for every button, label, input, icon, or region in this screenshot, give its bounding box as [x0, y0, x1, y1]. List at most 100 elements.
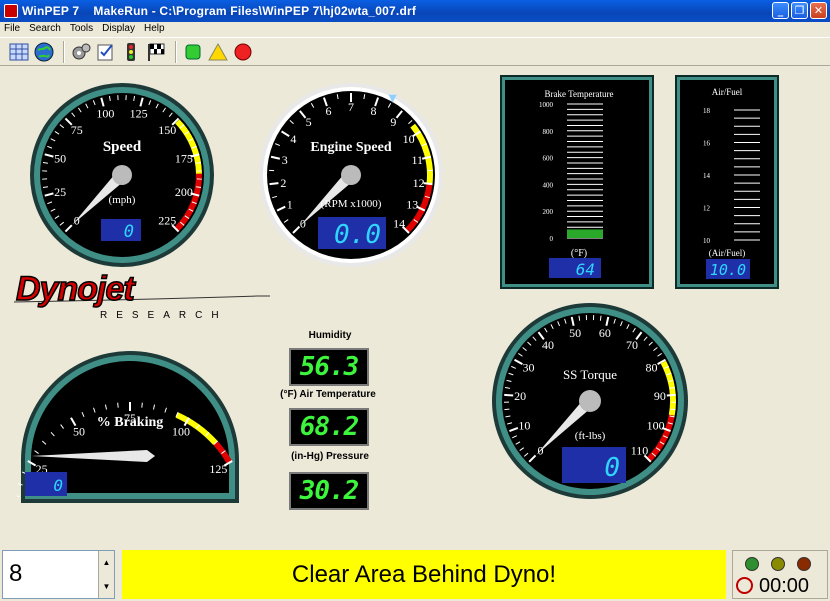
humidity-readout: 56.3 — [289, 348, 369, 386]
brake-temp-panel: Brake Temperature 0 200 400 600 800 1000 (°F)… — [502, 77, 652, 287]
tick-label: 5 — [306, 115, 312, 129]
dynojet-logo: Dynojet RESEARCH — [12, 269, 274, 324]
tick-label: 14 — [393, 216, 405, 230]
tick-label: 75 — [71, 123, 83, 137]
air-temp-readout: 68.2 — [289, 408, 369, 446]
menu-file[interactable]: File — [4, 22, 20, 36]
tick-label: 18 — [703, 107, 711, 115]
dashboard: 0255075100125150175200225 Speed (mph) 0 … — [0, 67, 830, 547]
tick-label: 2 — [280, 176, 286, 190]
tick-label: 9 — [390, 115, 396, 129]
air-temp-label: (°F) Air Temperature — [280, 389, 376, 400]
timer: 00:00 — [733, 575, 829, 599]
run-number-spinner[interactable]: 8 ▲ ▼ — [2, 550, 115, 599]
air-fuel-title: Air/Fuel — [712, 87, 743, 97]
speed-readout: 0 — [124, 222, 134, 242]
engine-unit: (RPM x1000) — [321, 198, 382, 210]
tick-label: 175 — [175, 152, 193, 166]
tick-label: 100 — [647, 419, 665, 433]
speed-unit: (mph) — [109, 194, 136, 206]
tick-label: 4 — [290, 132, 296, 146]
red-stop-icon[interactable] — [232, 41, 254, 63]
tick-label: 50 — [54, 152, 66, 166]
tick-label: 13 — [406, 198, 418, 212]
tick-label: 1 — [287, 198, 293, 212]
tick-label: 70 — [626, 338, 638, 352]
tick-label: 10 — [518, 419, 530, 433]
tick-label: 800 — [543, 128, 554, 136]
gears-icon[interactable] — [70, 41, 92, 63]
pressure-readout: 30.2 — [289, 472, 369, 510]
tick-label: 90 — [654, 389, 666, 403]
brake-temp-title: Brake Temperature — [545, 89, 614, 99]
tick-label: 400 — [543, 181, 554, 189]
torque-readout: 0 — [604, 453, 620, 483]
tick-label: 1000 — [539, 101, 554, 109]
torque-unit: (ft-lbs) — [575, 430, 606, 442]
status-lights: 00:00 — [732, 550, 828, 599]
tick-label: 10 — [403, 132, 415, 146]
menu-tools[interactable]: Tools — [70, 22, 93, 36]
brake-temp-readout: 64 — [576, 260, 595, 279]
air-fuel-readout: 10.0 — [710, 261, 746, 279]
tick-label: 100 — [96, 106, 114, 120]
menu-display[interactable]: Display — [102, 22, 135, 36]
tick-label: 600 — [543, 155, 554, 163]
green-button-icon[interactable] — [182, 41, 204, 63]
traffic-light-icon[interactable] — [120, 41, 142, 63]
tick-label: 3 — [282, 153, 288, 167]
tick-label: 200 — [175, 185, 193, 199]
toolbar — [0, 37, 830, 66]
air-fuel-panel: Air/Fuel 10 12 14 16 18 (Air/Fuel) 10.0 — [677, 77, 777, 287]
green-light-icon — [745, 557, 759, 571]
minimize-button[interactable]: _ — [772, 2, 789, 19]
tick-label: 150 — [158, 123, 176, 137]
edit-check-icon[interactable] — [95, 41, 117, 63]
menu-bar: File Search Tools Display Help — [0, 22, 830, 36]
menu-help[interactable]: Help — [144, 22, 165, 36]
checkered-flag-icon[interactable] — [145, 41, 167, 63]
stopwatch-icon — [736, 577, 753, 594]
grid-icon[interactable] — [8, 41, 30, 63]
engine-title: Engine Speed — [310, 140, 392, 155]
brake-temp-bar: Brake Temperature 0 200 400 600 800 1000 (°F)… — [539, 89, 614, 279]
logo-subtitle: RESEARCH — [100, 310, 228, 321]
tick-label: 20 — [514, 389, 526, 403]
tick-label: 30 — [523, 361, 535, 375]
brake-temp-unit: (°F) — [571, 248, 587, 259]
tick-label: 16 — [703, 140, 711, 148]
tick-label: 125 — [209, 462, 227, 476]
tick-label: 25 — [54, 185, 66, 199]
status-bar: 8 ▲ ▼ Clear Area Behind Dyno! 00:00 — [0, 548, 830, 601]
menu-search[interactable]: Search — [29, 22, 61, 36]
engine-readout: 0.0 — [334, 220, 381, 250]
tick-label: 6 — [326, 104, 332, 118]
app-icon[interactable] — [4, 4, 18, 18]
yellow-light-icon — [771, 557, 785, 571]
humidity-label: Humidity — [308, 330, 352, 341]
close-button[interactable]: ✕ — [810, 2, 827, 19]
maximize-button[interactable]: ❐ — [791, 2, 808, 19]
spin-down-icon[interactable]: ▼ — [103, 582, 111, 591]
tick-label: 225 — [158, 213, 176, 227]
air-fuel-unit: (Air/Fuel) — [709, 248, 746, 258]
torque-gauge: 0 10 20 30 40 50 60 70 80 90 100 110 SS Torque (ft-… — [492, 303, 688, 499]
spin-up-icon[interactable]: ▲ — [103, 558, 111, 567]
speed-title: Speed — [103, 139, 142, 155]
run-number-value: 8 — [9, 560, 23, 587]
tick-label: 12 — [703, 205, 711, 213]
tick-label: 0 — [550, 235, 554, 243]
tick-label: 110 — [631, 444, 649, 458]
status-message: Clear Area Behind Dyno! — [122, 550, 726, 599]
torque-title: SS Torque — [563, 367, 617, 382]
braking-gauge: 0255075100125 % Braking 0 — [17, 351, 239, 503]
pressure-label: (in-Hg) Pressure — [291, 451, 369, 462]
logo-wordmark: Dynojet — [16, 272, 136, 308]
tick-label: 12 — [413, 176, 425, 190]
yellow-triangle-icon[interactable] — [207, 41, 229, 63]
braking-readout: 0 — [53, 476, 63, 495]
tick-label: 14 — [703, 172, 711, 180]
red-light-icon — [797, 557, 811, 571]
tick-label: 60 — [599, 326, 611, 340]
globe-icon[interactable] — [33, 41, 55, 63]
